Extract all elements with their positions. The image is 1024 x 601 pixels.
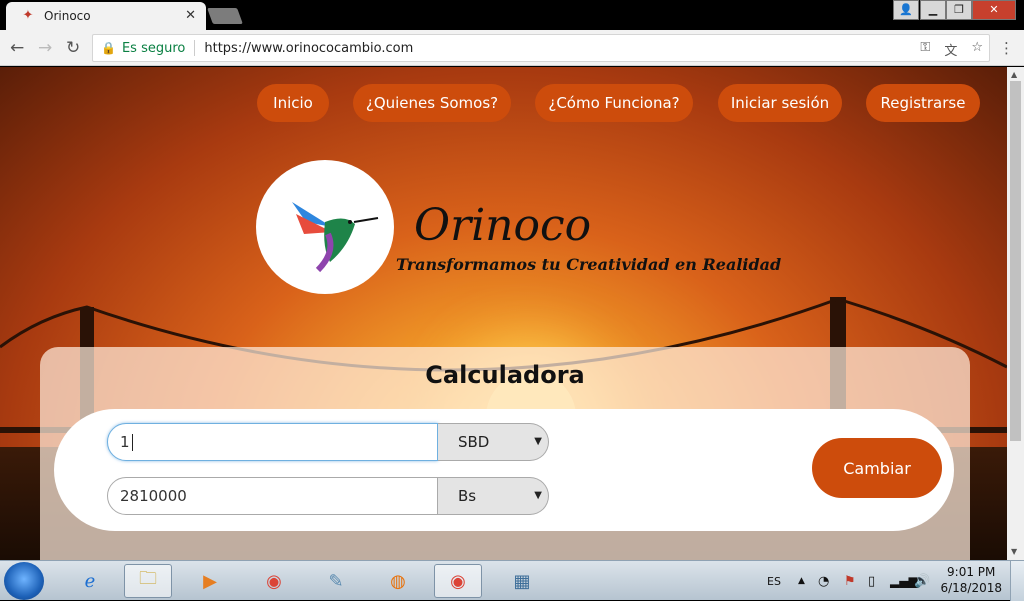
url-text[interactable]: https://www.orinococambio.com bbox=[204, 41, 413, 56]
amount-input-value: 1 bbox=[120, 433, 130, 451]
show-hidden-icons-icon[interactable]: ▲ bbox=[798, 561, 805, 601]
page-viewport: Inicio ¿Quienes Somos? ¿Cómo Funciona? I… bbox=[0, 67, 1007, 560]
address-bar[interactable]: 🔒 Es seguro https://www.orinococambio.co… bbox=[92, 34, 990, 62]
battery-icon[interactable]: ▯ bbox=[868, 561, 875, 601]
firefox-icon[interactable]: ◍ bbox=[374, 564, 422, 598]
discord-tray-icon[interactable]: ◔ bbox=[818, 561, 829, 601]
brand-name: Orinoco bbox=[414, 200, 592, 251]
back-icon[interactable]: ← bbox=[10, 38, 24, 58]
clock-date: 6/18/2018 bbox=[940, 581, 1002, 595]
restore-icon[interactable]: ❐ bbox=[946, 0, 972, 20]
to-currency-select[interactable]: Bs ▼ bbox=[438, 477, 549, 515]
scrollbar-thumb[interactable] bbox=[1010, 81, 1021, 441]
nav-quienes-somos[interactable]: ¿Quienes Somos? bbox=[353, 84, 511, 122]
hummingbird-favicon-icon: ✦ bbox=[22, 8, 34, 23]
key-icon[interactable]: ⚿ bbox=[920, 40, 930, 59]
close-tab-icon[interactable]: ✕ bbox=[185, 8, 196, 23]
scroll-down-icon[interactable]: ▼ bbox=[1011, 547, 1017, 556]
show-desktop-button[interactable] bbox=[1010, 561, 1024, 601]
volume-icon[interactable]: 🔊 bbox=[914, 561, 930, 601]
minimize-icon[interactable]: ▁ bbox=[920, 0, 946, 20]
brand-tagline: Transformamos tu Creatividad en Realidad bbox=[396, 255, 782, 274]
calculator-panel: Calculadora 1 SBD ▼ 2810000 Bs ▼ Cambiar bbox=[40, 347, 970, 560]
calculator-card: 1 SBD ▼ 2810000 Bs ▼ Cambiar bbox=[54, 409, 954, 531]
hummingbird-logo-icon bbox=[256, 160, 394, 294]
address-bar-actions: ⚿ 文 ☆ bbox=[920, 40, 983, 59]
nav-registrarse[interactable]: Registrarse bbox=[866, 84, 980, 122]
result-input-value: 2810000 bbox=[120, 487, 187, 505]
text-caret bbox=[131, 433, 133, 451]
clock-time: 9:01 PM bbox=[947, 565, 996, 579]
windows-taskbar: ℯ 🗀 ▶ ◉ ✎ ◍ ◉ ▦ ES ▲ ◔ ⚑ ▯ ▂▄▆ 🔊 9:01 PM… bbox=[0, 560, 1024, 601]
amount-input[interactable]: 1 bbox=[107, 423, 438, 461]
star-icon[interactable]: ☆ bbox=[971, 40, 983, 59]
page-scrollbar[interactable]: ▲ ▼ bbox=[1007, 67, 1024, 560]
from-currency-value: SBD bbox=[458, 433, 490, 451]
dropdown-arrow-icon: ▼ bbox=[534, 490, 542, 501]
address-separator bbox=[194, 40, 196, 56]
calculator-app-icon[interactable]: ▦ bbox=[498, 564, 546, 598]
to-currency-value: Bs bbox=[458, 487, 477, 505]
chrome-icon[interactable]: ◉ bbox=[250, 564, 298, 598]
action-center-icon[interactable]: ⚑ bbox=[844, 561, 856, 601]
start-button[interactable] bbox=[4, 562, 44, 600]
nav-inicio[interactable]: Inicio bbox=[257, 84, 329, 122]
dropdown-arrow-icon: ▼ bbox=[534, 436, 542, 447]
nav-como-funciona[interactable]: ¿Cómo Funciona? bbox=[535, 84, 693, 122]
browser-tab[interactable]: ✦ Orinoco ✕ bbox=[6, 2, 206, 30]
lock-icon: 🔒 bbox=[101, 41, 116, 55]
tab-title: Orinoco bbox=[44, 9, 91, 23]
scroll-up-icon[interactable]: ▲ bbox=[1011, 70, 1017, 79]
file-explorer-icon[interactable]: 🗀 bbox=[124, 564, 172, 598]
notepad-icon[interactable]: ✎ bbox=[312, 564, 360, 598]
browser-toolbar: ← → ↻ 🔒 Es seguro https://www.orinococam… bbox=[0, 30, 1024, 66]
reload-icon[interactable]: ↻ bbox=[66, 38, 80, 58]
close-window-icon[interactable]: ✕ bbox=[972, 0, 1016, 20]
result-input[interactable]: 2810000 bbox=[107, 477, 438, 515]
calculator-title: Calculadora bbox=[425, 361, 585, 389]
browser-menu-icon[interactable]: ⋮ bbox=[999, 39, 1014, 57]
internet-explorer-icon[interactable]: ℯ bbox=[66, 564, 114, 598]
nav-iniciar-sesion[interactable]: Iniciar sesión bbox=[718, 84, 842, 122]
forward-icon[interactable]: → bbox=[38, 38, 52, 58]
user-icon[interactable]: 👤 bbox=[893, 0, 919, 20]
system-clock[interactable]: 9:01 PM 6/18/2018 bbox=[940, 564, 1002, 596]
media-player-icon[interactable]: ▶ bbox=[186, 564, 234, 598]
language-indicator[interactable]: ES bbox=[767, 561, 781, 601]
from-currency-select[interactable]: SBD ▼ bbox=[438, 423, 549, 461]
translate-icon[interactable]: 文 bbox=[944, 40, 957, 59]
new-tab-button[interactable] bbox=[207, 8, 243, 24]
secure-label: Es seguro bbox=[121, 40, 186, 56]
chrome-active-icon[interactable]: ◉ bbox=[434, 564, 482, 598]
cambiar-button[interactable]: Cambiar bbox=[812, 438, 942, 498]
browser-tab-bar: ✦ Orinoco ✕ 👤 ▁ ❐ ✕ bbox=[0, 0, 1024, 30]
